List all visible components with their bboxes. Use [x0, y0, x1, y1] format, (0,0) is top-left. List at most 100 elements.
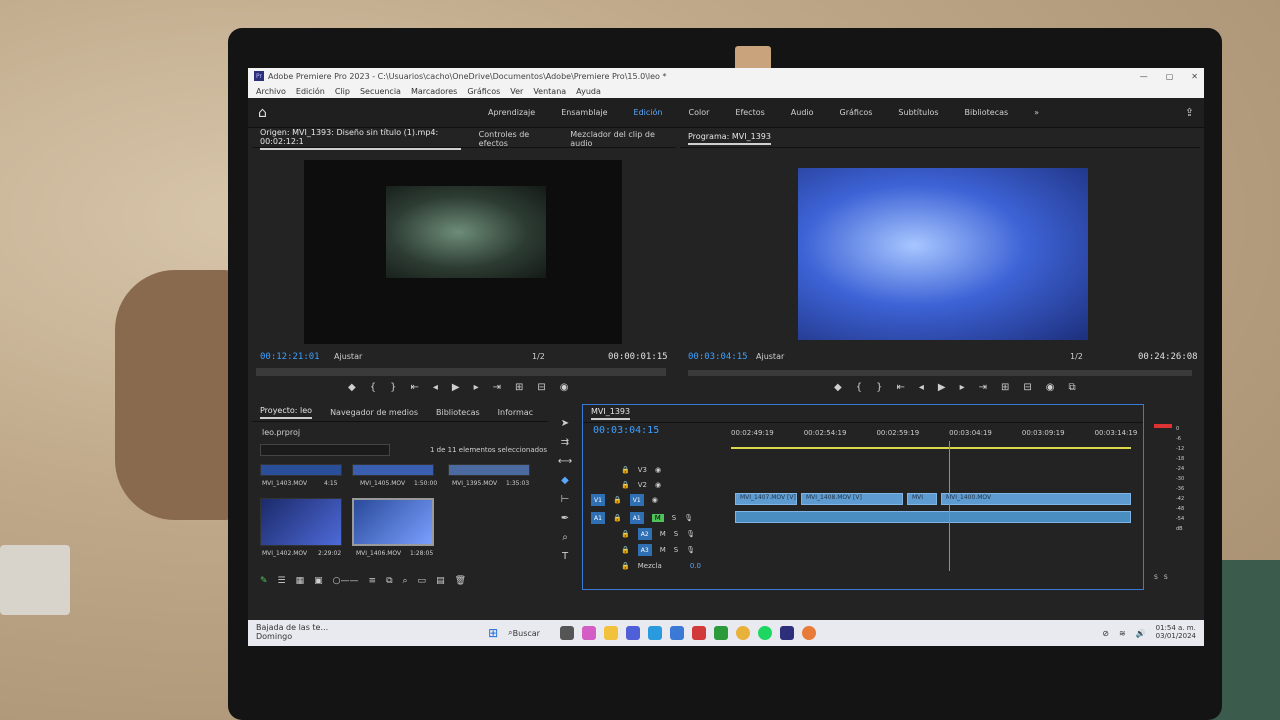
lock-icon[interactable]: 🔒 — [621, 562, 630, 570]
clip-thumbnail[interactable] — [260, 464, 342, 476]
copilot-icon[interactable] — [581, 626, 596, 640]
solo-right-button[interactable]: S — [1164, 574, 1168, 581]
taskbar-search[interactable]: Buscar — [513, 629, 540, 638]
tab-project[interactable]: Proyecto: leo — [260, 406, 313, 419]
go-to-in-icon[interactable]: ⇤ — [896, 382, 904, 393]
marker-icon[interactable]: ◆ — [348, 382, 356, 393]
project-search-input[interactable] — [260, 444, 390, 456]
solo-button[interactable]: S — [674, 546, 678, 554]
mark-out-icon[interactable]: } — [876, 382, 882, 393]
step-forward-icon[interactable]: ▸ — [960, 382, 965, 393]
ws-more-icon[interactable]: » — [1034, 108, 1039, 117]
go-to-in-icon[interactable]: ⇤ — [410, 382, 418, 393]
share-icon[interactable]: ⇪ — [1185, 106, 1194, 119]
play-icon[interactable]: ▶ — [938, 382, 946, 393]
track-select-tool-icon[interactable]: ⇉ — [561, 437, 569, 448]
file-explorer-icon[interactable] — [603, 626, 618, 640]
ws-audio[interactable]: Audio — [791, 108, 814, 117]
clock[interactable]: 01:54 a. m. 03/01/2024 — [1156, 625, 1196, 640]
video-clip[interactable]: MVI_1400.MOV — [941, 493, 1131, 505]
mic-icon[interactable]: 🎙 — [686, 546, 695, 554]
eye-icon[interactable]: ◉ — [655, 481, 661, 489]
chrome-icon[interactable] — [735, 626, 750, 640]
export-frame-icon[interactable]: ◉ — [560, 382, 569, 393]
automate-icon[interactable]: ⧉ — [386, 576, 392, 586]
razor-tool-icon[interactable]: ◆ — [561, 475, 569, 486]
clip-thumbnail[interactable] — [448, 464, 530, 476]
lock-icon[interactable]: 🔒 — [621, 546, 630, 554]
track-v3[interactable]: 🔒 V3 ◉ — [583, 463, 661, 477]
source-resolution-select[interactable]: 1/2 — [532, 352, 545, 361]
video-clip[interactable]: MVI_1408.MOV [V] — [801, 493, 903, 505]
program-fit-select[interactable]: Ajustar — [756, 352, 784, 361]
firefox-icon[interactable] — [801, 626, 816, 640]
solo-button[interactable]: S — [674, 530, 678, 538]
ws-aprendizaje[interactable]: Aprendizaje — [488, 108, 535, 117]
time-ruler[interactable]: 00:02:49:19 00:02:54:19 00:02:59:19 00:0… — [731, 429, 1172, 437]
insert-icon[interactable]: ⊞ — [515, 382, 523, 393]
icon-view-icon[interactable]: ▦ — [296, 576, 305, 586]
trash-icon[interactable]: 🗑 — [455, 576, 466, 586]
export-frame-icon[interactable]: ◉ — [1046, 382, 1055, 393]
menu-ventana[interactable]: Ventana — [533, 87, 566, 96]
start-icon[interactable]: ⊞ — [488, 626, 498, 640]
pen-tool-icon[interactable]: ✒ — [561, 513, 569, 524]
menu-edicion[interactable]: Edición — [296, 87, 325, 96]
source-fit-select[interactable]: Ajustar — [334, 352, 362, 361]
tab-sequence[interactable]: MVI_1393 — [591, 407, 631, 420]
menu-ayuda[interactable]: Ayuda — [576, 87, 601, 96]
lock-icon[interactable]: 🔒 — [621, 481, 630, 489]
work-area-bar[interactable] — [731, 447, 1131, 449]
lock-icon[interactable]: 🔒 — [613, 496, 622, 504]
weather-widget[interactable]: Bajada de las te... Domingo — [256, 623, 328, 642]
source-viewer[interactable] — [304, 160, 622, 344]
mute-button[interactable]: M — [660, 546, 666, 554]
ws-edicion[interactable]: Edición — [634, 108, 663, 117]
solo-button[interactable]: S — [672, 514, 676, 522]
edge-icon[interactable] — [647, 626, 662, 640]
go-to-out-icon[interactable]: ⇥ — [493, 382, 501, 393]
timeline-timecode[interactable]: 00:03:04:15 — [593, 425, 659, 436]
source-timecode[interactable]: 00:12:21:01 — [260, 352, 320, 362]
close-icon[interactable]: ✕ — [1191, 72, 1198, 81]
premiere-taskbar-icon[interactable] — [779, 626, 794, 640]
clip-thumbnail-selected[interactable] — [352, 498, 434, 546]
app-icon[interactable] — [691, 626, 706, 640]
lock-icon[interactable]: 🔒 — [613, 514, 622, 522]
mute-button[interactable]: M — [660, 530, 666, 538]
freeform-view-icon[interactable]: ▣ — [314, 576, 323, 586]
mark-in-icon[interactable]: { — [856, 382, 862, 393]
track-v2[interactable]: 🔒 V2 ◉ — [583, 478, 661, 492]
ws-graficos[interactable]: Gráficos — [840, 108, 873, 117]
menu-secuencia[interactable]: Secuencia — [360, 87, 401, 96]
ws-subtitulos[interactable]: Subtítulos — [898, 108, 938, 117]
menu-marcadores[interactable]: Marcadores — [411, 87, 457, 96]
mark-in-icon[interactable]: { — [370, 382, 376, 393]
source-patch[interactable]: V1 — [591, 494, 605, 506]
track-a2[interactable]: 🔒 A2 M S 🎙 — [583, 527, 695, 541]
tab-media-browser[interactable]: Navegador de medios — [330, 408, 418, 417]
selection-tool-icon[interactable]: ➤ — [561, 418, 569, 429]
tab-audio-clip-mixer[interactable]: Mezclador del clip de audio — [570, 130, 668, 148]
type-tool-icon[interactable]: T — [562, 551, 568, 562]
mic-icon[interactable]: 🎙 — [686, 530, 695, 538]
overwrite-icon[interactable]: ⊟ — [537, 382, 545, 393]
compare-icon[interactable]: ⧉ — [1069, 382, 1076, 393]
extract-icon[interactable]: ⊟ — [1023, 382, 1031, 393]
teams-icon[interactable] — [625, 626, 640, 640]
solo-left-button[interactable]: S — [1154, 574, 1158, 581]
clip-thumbnail[interactable] — [260, 498, 342, 546]
lock-icon[interactable]: 🔒 — [621, 466, 630, 474]
lock-icon[interactable]: 🔒 — [621, 530, 630, 538]
sort-icon[interactable]: ≡ — [369, 576, 377, 586]
mark-out-icon[interactable]: } — [390, 382, 396, 393]
tab-info[interactable]: Informac — [498, 408, 533, 417]
video-clip[interactable]: MVI — [907, 493, 937, 505]
find-icon[interactable]: ⌕ — [403, 576, 408, 586]
track-v1[interactable]: V1 🔒 V1 ◉ — [583, 493, 658, 507]
step-back-icon[interactable]: ◂ — [919, 382, 924, 393]
audio-clip[interactable] — [735, 511, 1131, 523]
mic-icon[interactable]: 🎙 — [684, 514, 693, 522]
play-icon[interactable]: ▶ — [452, 382, 460, 393]
tray-icon[interactable]: ⊘ — [1102, 629, 1109, 638]
